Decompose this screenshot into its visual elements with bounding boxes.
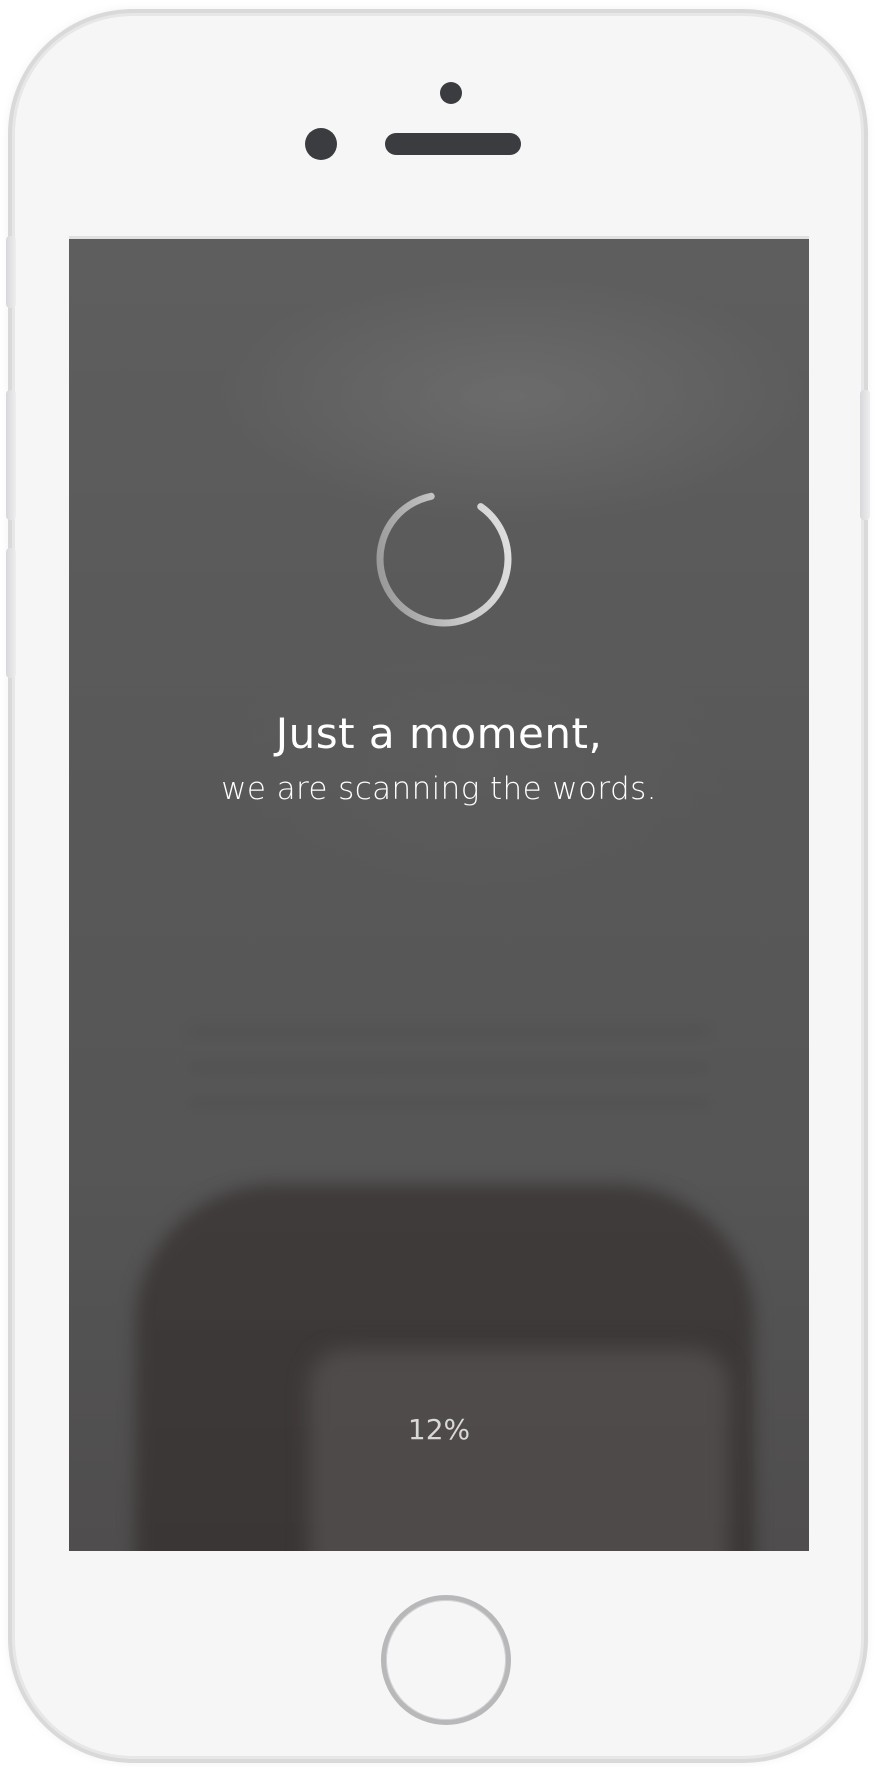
app-screen: Just a moment, we are scanning the words… bbox=[69, 236, 809, 1551]
volume-down-button bbox=[6, 548, 16, 678]
loading-title: Just a moment, bbox=[275, 709, 603, 758]
volume-up-button bbox=[6, 390, 16, 520]
power-button bbox=[860, 390, 870, 520]
blurred-text-lines bbox=[189, 999, 709, 1119]
home-button[interactable] bbox=[381, 1595, 511, 1725]
loading-spinner-icon bbox=[376, 491, 512, 627]
loading-subtitle: we are scanning the words. bbox=[221, 771, 657, 807]
progress-percent: 12% bbox=[407, 1413, 471, 1446]
silent-switch bbox=[6, 236, 16, 308]
proximity-sensor bbox=[440, 82, 462, 104]
earpiece-speaker bbox=[385, 133, 521, 155]
front-camera bbox=[305, 128, 337, 160]
blurred-object-inner bbox=[309, 1349, 729, 1551]
